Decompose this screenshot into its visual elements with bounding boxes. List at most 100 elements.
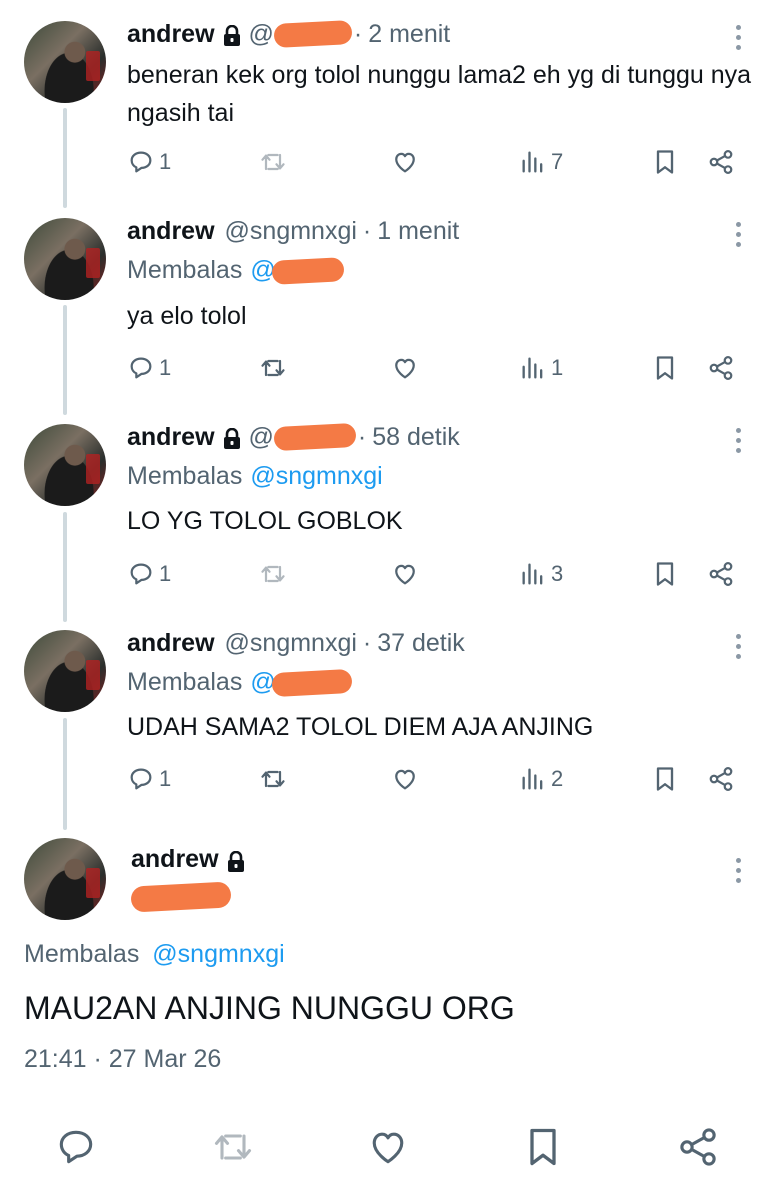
separator-dot: ·: [353, 19, 363, 48]
views-button[interactable]: 2: [519, 762, 563, 796]
reply-count: 1: [159, 355, 172, 380]
share-button[interactable]: [707, 557, 735, 591]
like-icon: [395, 152, 415, 173]
tweet-actions: 1 7: [127, 145, 747, 179]
redaction-mark: [271, 256, 345, 285]
like-icon: [395, 769, 415, 790]
like-button[interactable]: [391, 557, 419, 591]
author-name[interactable]: andrew: [131, 845, 219, 874]
thread-line: [63, 512, 67, 622]
bookmark-icon: [656, 767, 674, 791]
bookmark-button[interactable]: [651, 557, 679, 591]
reply-label: Membalas: [127, 462, 243, 490]
share-button[interactable]: [676, 1125, 720, 1169]
reply-button[interactable]: 1: [127, 351, 171, 385]
reply-button[interactable]: 1: [127, 145, 171, 179]
retweet-button[interactable]: [259, 351, 287, 385]
tweet-time[interactable]: 58 detik: [372, 423, 460, 452]
retweet-button[interactable]: [259, 557, 287, 591]
views-count: 7: [551, 149, 564, 174]
bookmark-icon: [530, 1128, 556, 1166]
tweet-timestamp[interactable]: 21:41 · 27 Mar 26: [24, 1045, 221, 1074]
more-icon[interactable]: [736, 858, 742, 886]
share-button[interactable]: [707, 145, 735, 179]
author-handle[interactable]: @sngmnxgi: [225, 629, 357, 658]
views-button[interactable]: 7: [519, 145, 563, 179]
share-icon: [709, 767, 733, 791]
like-button[interactable]: [391, 145, 419, 179]
views-button[interactable]: 1: [519, 351, 563, 385]
bookmark-button[interactable]: [521, 1125, 565, 1169]
tweet-text: LO YG TOLOL GOBLOK: [127, 507, 403, 535]
author-name[interactable]: andrew: [127, 629, 215, 658]
views-icon: [522, 357, 543, 379]
tweet-text: UDAH SAMA2 TOLOL DIEM AJA ANJING: [127, 713, 594, 741]
share-icon: [709, 562, 733, 586]
author-handle[interactable]: @: [249, 423, 274, 452]
author-name[interactable]: andrew: [127, 423, 215, 452]
redaction-mark: [271, 668, 353, 697]
avatar[interactable]: [24, 424, 106, 506]
like-icon: [395, 358, 415, 379]
views-icon: [522, 563, 543, 585]
reply-icon: [130, 563, 152, 585]
bookmark-icon: [656, 150, 674, 174]
bookmark-icon: [656, 356, 674, 380]
reply-count: 1: [159, 149, 172, 174]
author-handle[interactable]: @sngmnxgi: [225, 217, 357, 246]
thread-line: [63, 718, 67, 830]
tweet-header: andrew @ · 58 detik: [127, 420, 460, 454]
tweet-time[interactable]: 1 menit: [377, 217, 459, 246]
avatar[interactable]: [24, 21, 106, 103]
reply-context: Membalas @sngmnxgi: [127, 462, 383, 491]
tweet-text: MAU2AN ANJING NUNGGU ORG: [24, 990, 515, 1026]
share-button[interactable]: [707, 351, 735, 385]
avatar[interactable]: [24, 218, 106, 300]
reply-icon: [130, 768, 152, 790]
share-button[interactable]: [707, 762, 735, 796]
tweet-actions: 1 1: [127, 351, 747, 385]
more-icon[interactable]: [736, 25, 742, 53]
retweet-button[interactable]: [211, 1125, 255, 1169]
reply-icon: [59, 1130, 93, 1164]
tweet-time[interactable]: 2 menit: [368, 20, 450, 49]
like-button[interactable]: [366, 1125, 410, 1169]
bookmark-button[interactable]: [651, 762, 679, 796]
more-icon[interactable]: [736, 222, 742, 250]
like-icon: [395, 564, 415, 585]
reply-label: Membalas: [127, 668, 243, 696]
tweet-time[interactable]: 37 detik: [377, 629, 465, 658]
tweet-text: ya elo tolol: [127, 302, 247, 330]
lock-icon: [227, 850, 244, 872]
reply-mention[interactable]: @sngmnxgi: [250, 462, 382, 491]
reply-mention[interactable]: @sngmnxgi: [152, 940, 284, 968]
reply-button[interactable]: [54, 1125, 98, 1169]
reply-button[interactable]: 1: [127, 762, 171, 796]
like-button[interactable]: [391, 351, 419, 385]
tweet-header: andrew @sngmnxgi · 37 detik: [127, 626, 465, 660]
thread-line: [63, 305, 67, 415]
more-icon[interactable]: [736, 634, 742, 662]
tweet-header: andrew @sngmnxgi · 1 menit: [127, 214, 459, 248]
author-name[interactable]: andrew: [127, 20, 215, 49]
views-button[interactable]: 3: [519, 557, 563, 591]
retweet-button[interactable]: [259, 145, 287, 179]
avatar[interactable]: [24, 838, 106, 920]
views-count: 2: [551, 766, 564, 791]
reply-icon: [130, 357, 152, 379]
reply-label: Membalas: [127, 256, 243, 284]
more-icon[interactable]: [736, 428, 742, 456]
reply-button[interactable]: 1: [127, 557, 171, 591]
reply-context: Membalas @: [127, 668, 353, 697]
like-button[interactable]: [391, 762, 419, 796]
avatar[interactable]: [24, 630, 106, 712]
tweet-actions: 1 3: [127, 557, 747, 591]
retweet-button[interactable]: [259, 762, 287, 796]
bookmark-button[interactable]: [651, 351, 679, 385]
reply-count: 1: [159, 766, 172, 791]
bookmark-button[interactable]: [651, 145, 679, 179]
redaction-mark: [130, 881, 232, 913]
like-icon: [372, 1132, 404, 1164]
author-handle[interactable]: @: [249, 20, 274, 49]
author-name[interactable]: andrew: [127, 217, 215, 246]
